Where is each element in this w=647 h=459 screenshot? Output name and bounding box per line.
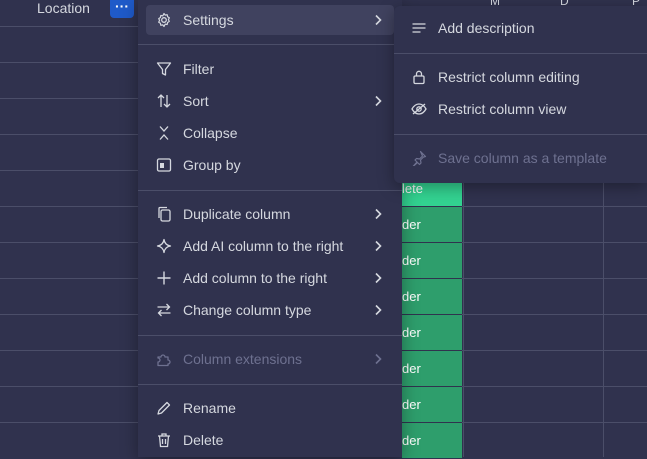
ai-sparkle-icon [155,237,173,255]
status-cell-label: der [402,433,421,448]
menu-item-change-column-type[interactable]: Change column type [146,295,394,325]
row-divider [0,98,140,99]
column-divider [603,180,604,457]
submenu-item-label: Restrict column view [438,101,567,117]
row-divider [0,350,140,351]
duplicate-icon [155,205,173,223]
menu-item-label: Filter [183,61,215,77]
settings-submenu: Add description Restrict column editing … [394,6,647,183]
submenu-item-label: Add description [438,20,535,36]
chevron-right-icon [370,238,386,254]
chevron-right-icon [370,270,386,286]
pencil-icon [155,399,173,417]
submenu-item-add-description[interactable]: Add description [402,13,647,43]
eye-off-icon [410,100,428,118]
submenu-item-restrict-editing[interactable]: Restrict column editing [402,62,647,92]
status-cell[interactable]: der [402,207,462,243]
status-cell-label: der [402,325,421,340]
status-cell-label: der [402,217,421,232]
menu-item-label: Delete [183,432,224,448]
status-cell-label: der [402,253,421,268]
submenu-separator [394,53,647,54]
menu-item-label: Rename [183,400,236,416]
puzzle-icon [155,350,173,368]
description-icon [410,19,428,37]
column-more-button[interactable]: ··· [110,0,134,18]
column-divider [463,180,464,457]
menu-item-label: Sort [183,93,209,109]
chevron-right-icon [370,206,386,222]
status-cell-label: der [402,289,421,304]
status-cell[interactable]: der [402,243,462,279]
row-divider [0,62,140,63]
collapse-icon [155,124,173,142]
status-cell[interactable]: der [402,315,462,351]
status-cell-label: lete [402,181,423,196]
chevron-right-icon [370,12,386,28]
row-divider [0,170,140,171]
menu-item-filter[interactable]: Filter [146,54,394,84]
menu-item-sort[interactable]: Sort [146,86,394,116]
menu-item-label: Settings [183,12,234,28]
plus-icon [155,269,173,287]
menu-item-settings[interactable]: Settings [146,5,394,35]
menu-item-add-ai-column[interactable]: Add AI column to the right [146,231,394,261]
menu-item-label: Add AI column to the right [183,238,344,254]
menu-item-label: Group by [183,157,241,173]
row-divider [0,386,140,387]
menu-item-duplicate-column[interactable]: Duplicate column [146,199,394,229]
menu-separator [138,335,402,336]
chevron-right-icon [370,351,386,367]
row-divider [0,26,140,27]
group-by-icon [155,156,173,174]
column-context-menu: Settings Filter Sort Collapse Group by D… [138,0,402,457]
menu-item-label: Duplicate column [183,206,291,222]
submenu-item-label: Save column as a template [438,150,607,166]
pin-icon [410,149,428,167]
chevron-right-icon [370,93,386,109]
status-cell[interactable]: der [402,351,462,387]
submenu-item-label: Restrict column editing [438,69,580,85]
filter-icon [155,60,173,78]
status-cell-label: der [402,397,421,412]
menu-item-rename[interactable]: Rename [146,393,394,423]
menu-item-label: Add column to the right [183,270,327,286]
menu-item-label: Collapse [183,125,238,141]
menu-item-add-column-right[interactable]: Add column to the right [146,263,394,293]
menu-item-label: Change column type [183,302,312,318]
sort-icon [155,92,173,110]
trash-icon [155,431,173,449]
status-cell[interactable]: der [402,279,462,315]
menu-item-collapse[interactable]: Collapse [146,118,394,148]
menu-item-label: Column extensions [183,351,303,367]
location-column-header[interactable]: Location ··· [0,0,140,26]
chevron-right-icon [370,302,386,318]
menu-separator [138,44,402,45]
gear-icon [155,11,173,29]
menu-item-delete[interactable]: Delete [146,425,394,455]
submenu-item-restrict-view[interactable]: Restrict column view [402,94,647,124]
menu-separator [138,384,402,385]
row-divider [0,278,140,279]
location-header-label: Location [37,0,90,16]
status-cell[interactable]: der [402,387,462,423]
row-divider [0,422,140,423]
submenu-item-save-template[interactable]: Save column as a template [402,143,647,173]
row-divider [0,134,140,135]
row-divider [0,314,140,315]
menu-separator [138,190,402,191]
row-divider [0,206,140,207]
swap-icon [155,301,173,319]
menu-item-group-by[interactable]: Group by [146,150,394,180]
lock-icon [410,68,428,86]
submenu-separator [394,134,647,135]
menu-item-column-extensions[interactable]: Column extensions [146,344,394,374]
row-divider [0,242,140,243]
status-cell[interactable]: der [402,423,462,459]
status-cell-label: der [402,361,421,376]
